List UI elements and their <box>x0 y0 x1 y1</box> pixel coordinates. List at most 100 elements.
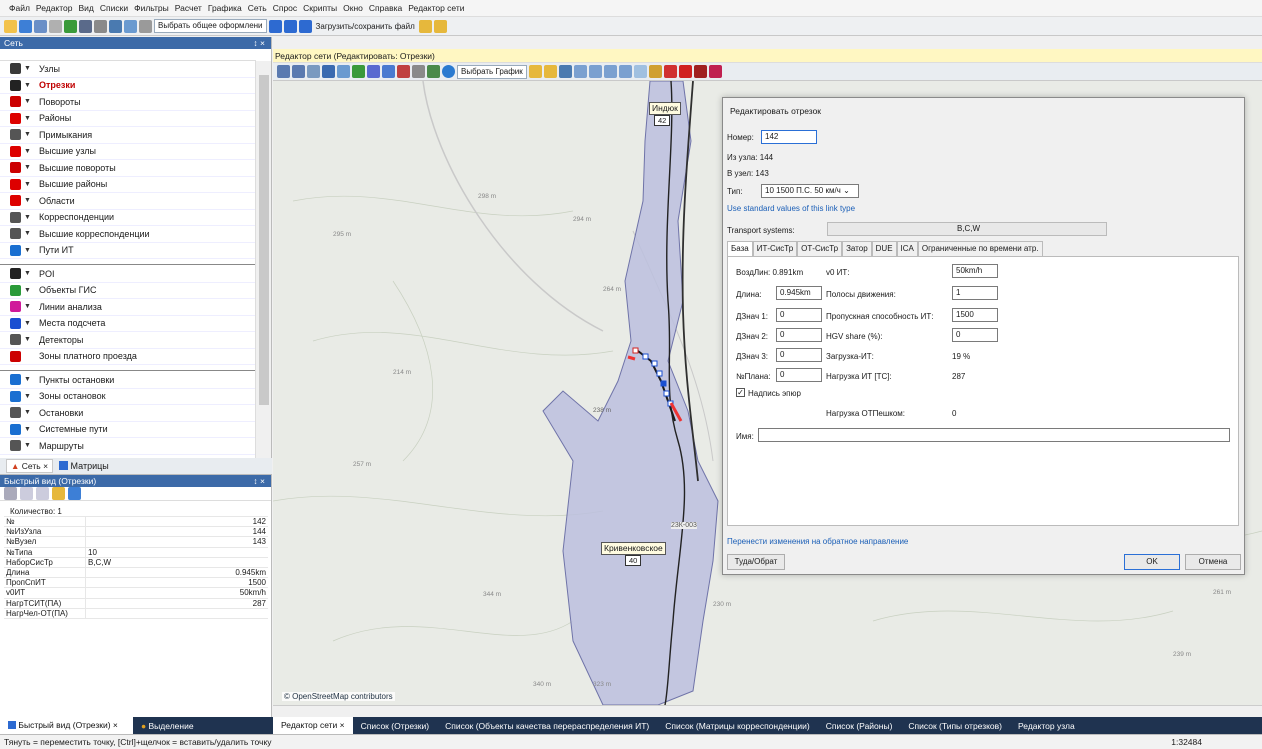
quick-view-pin-icon[interactable]: ↕ × <box>253 475 265 487</box>
add-value-1-input[interactable]: 0 <box>776 308 822 322</box>
menu-item[interactable]: Справка <box>366 3 405 13</box>
filter-icon[interactable]: ▼ <box>24 82 32 89</box>
menu-item[interactable]: Расчет <box>172 3 205 13</box>
save-icon[interactable] <box>19 19 32 33</box>
find-icon[interactable] <box>322 65 335 78</box>
insert-icon[interactable] <box>618 65 632 78</box>
menu-item[interactable]: Файл <box>6 3 33 13</box>
network-item[interactable]: ▼ POI <box>0 266 256 283</box>
filter-icon[interactable]: ▼ <box>24 320 32 327</box>
tab-list-links[interactable]: Список (Отрезки) <box>353 721 437 731</box>
pencil-icon[interactable] <box>648 65 662 78</box>
network-item[interactable]: ▼ Системные пути <box>0 422 256 438</box>
apply-reverse-link[interactable]: Перенести изменения на обратное направле… <box>727 537 908 546</box>
filter-icon[interactable] <box>94 19 107 33</box>
filter-icon[interactable]: ▼ <box>24 214 32 221</box>
open-graphic-icon[interactable] <box>528 65 542 78</box>
network-item[interactable]: ▼ Объекты ГИС <box>0 283 256 299</box>
new-icon[interactable] <box>4 19 17 33</box>
attribute-value[interactable]: B,C,W <box>86 558 268 567</box>
back-icon[interactable] <box>588 65 602 78</box>
network-item[interactable]: ▼ Пути ИТ <box>0 243 256 259</box>
length-input[interactable]: 0.945km <box>776 286 822 300</box>
filter-icon[interactable]: ▼ <box>24 442 32 449</box>
filter-icon[interactable]: ▼ <box>24 131 32 138</box>
plan-number-input[interactable]: 0 <box>776 368 822 382</box>
dialog-tab[interactable]: DUE <box>871 241 897 257</box>
network-list-scrollbar[interactable] <box>255 61 271 458</box>
capacity-input[interactable]: 1500 <box>952 308 998 322</box>
to-from-button[interactable]: Туда/Обрат <box>727 554 785 570</box>
delete-icon[interactable] <box>708 65 722 78</box>
menu-item[interactable]: Спрос <box>270 3 300 13</box>
lanes-input[interactable]: 1 <box>952 286 998 300</box>
open-icon[interactable] <box>418 19 432 33</box>
filter-icon[interactable]: ▼ <box>24 247 32 254</box>
attribute-value[interactable]: 1500 <box>86 578 268 587</box>
filter-icon[interactable]: ▼ <box>24 115 32 122</box>
attribute-value[interactable]: 143 <box>86 537 268 546</box>
undo-icon[interactable] <box>34 19 47 33</box>
save-graphic-icon[interactable] <box>543 65 557 78</box>
add-value-3-input[interactable]: 0 <box>776 348 822 362</box>
add-value-2-input[interactable]: 0 <box>776 328 822 342</box>
filter-icon[interactable]: ▼ <box>24 65 32 72</box>
menu-item[interactable]: Сеть <box>245 3 270 13</box>
attribute-value[interactable]: 142 <box>86 517 268 526</box>
network-item[interactable]: ▼ Пункты остановки <box>0 372 256 389</box>
background-icon[interactable] <box>442 65 455 78</box>
tile-v-icon[interactable] <box>298 19 312 33</box>
dialog-tab[interactable]: База <box>727 241 753 257</box>
network-item[interactable]: ▼ Примыкания <box>0 127 256 144</box>
isochrone-icon[interactable] <box>382 65 395 78</box>
dialog-tab[interactable]: ИТ-СисТр <box>752 241 798 257</box>
dialog-tab[interactable]: ОТ-СисТр <box>797 241 843 257</box>
menu-item[interactable]: Вид <box>76 3 97 13</box>
open-layout-icon[interactable] <box>52 487 65 500</box>
osm-attribution[interactable]: © OpenStreetMap contributors <box>282 692 395 701</box>
pin-close-icon[interactable]: ↕ × <box>253 37 265 49</box>
pan-icon[interactable] <box>277 65 290 78</box>
tab-matrices[interactable]: Матрицы <box>59 461 109 471</box>
network-item[interactable]: Зоны платного проезда <box>0 349 256 365</box>
tab-node-editor[interactable]: Редактор узла <box>1010 721 1083 731</box>
route-icon[interactable] <box>367 65 380 78</box>
network-item[interactable]: ▼ Высшие корреспонденции <box>0 226 256 243</box>
chart-icon[interactable] <box>124 19 137 33</box>
layout-combo[interactable]: Выбрать общее оформлени <box>154 19 267 33</box>
marker-icon[interactable] <box>663 65 677 78</box>
graphic-parameters-combo[interactable]: Выбрать График <box>457 64 527 79</box>
dialog-tab[interactable]: ICA <box>896 241 918 257</box>
filter-icon[interactable]: ▼ <box>24 287 32 294</box>
v0-input[interactable]: 50km/h <box>952 264 998 278</box>
tab-selection[interactable]: ● Выделение <box>133 721 273 731</box>
tab-network[interactable]: ▲ Сеть × <box>6 459 54 473</box>
flow-bundle-icon[interactable] <box>397 65 410 78</box>
network-item[interactable]: ▼ Районы <box>0 111 256 127</box>
filter-icon[interactable]: ▼ <box>24 181 32 188</box>
attribute-value[interactable]: 10 <box>86 548 268 557</box>
ok-button[interactable]: OK <box>1124 554 1180 570</box>
network-item[interactable]: ▼ Узлы <box>0 61 256 78</box>
network-item[interactable]: ▼ Маршруты <box>0 438 256 455</box>
filter-icon[interactable]: ▼ <box>24 270 32 277</box>
network-item[interactable]: ▼ Области <box>0 193 256 210</box>
layers-icon[interactable] <box>352 65 365 78</box>
network-item[interactable]: ▼ Повороты <box>0 94 256 111</box>
menu-item[interactable]: Списки <box>97 3 131 13</box>
dialog-tab[interactable]: Ограниченные по времени атр. <box>917 241 1043 257</box>
number-input[interactable]: 142 <box>761 130 817 144</box>
select-icon[interactable] <box>292 65 305 78</box>
split-icon[interactable] <box>633 65 647 78</box>
type-select[interactable]: 10 1500 П.С. 50 км/ч ⌄ <box>761 184 859 198</box>
window-icon[interactable] <box>268 19 282 33</box>
menu-item[interactable]: Фильтры <box>131 3 172 13</box>
copy-icon[interactable] <box>4 487 17 500</box>
edit-icon[interactable] <box>36 487 49 500</box>
record-icon[interactable] <box>678 65 692 78</box>
network-item[interactable]: ▼ Линии анализа <box>0 299 256 316</box>
attribute-value[interactable]: 287 <box>86 599 268 608</box>
network-item[interactable]: ▼ Высшие повороты <box>0 160 256 177</box>
filter-icon[interactable]: ▼ <box>24 376 32 383</box>
menu-item[interactable]: Графика <box>205 3 245 13</box>
